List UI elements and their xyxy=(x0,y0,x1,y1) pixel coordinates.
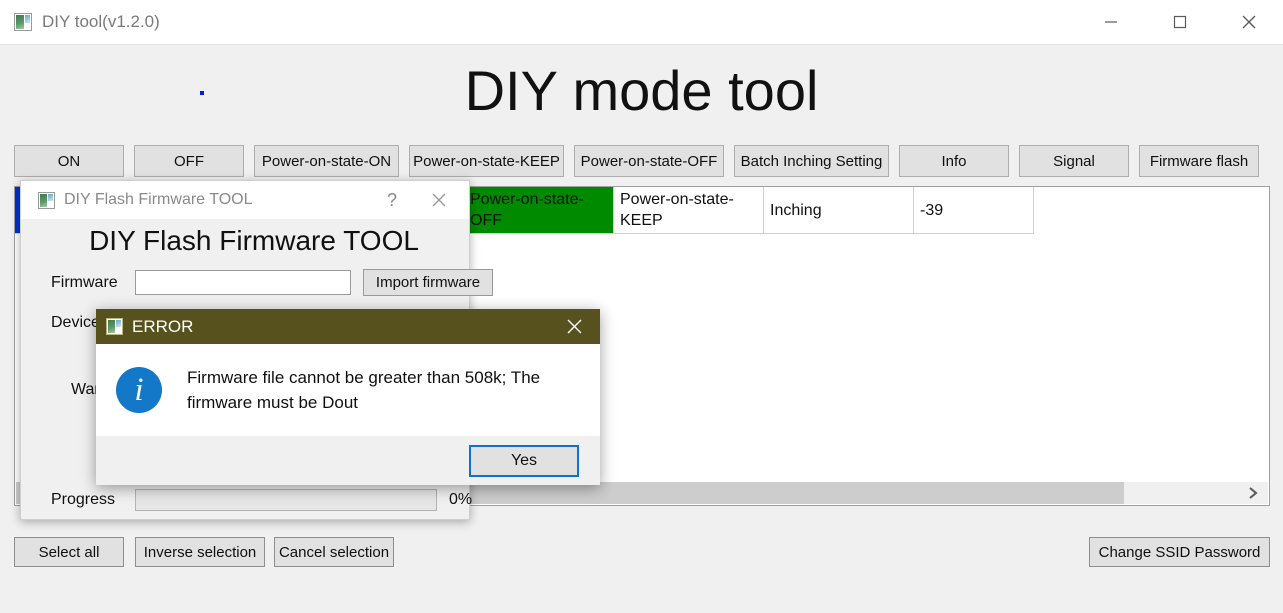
app-icon xyxy=(106,318,123,335)
page-title: DIY mode tool xyxy=(464,59,819,122)
app-icon xyxy=(38,191,55,209)
close-icon[interactable] xyxy=(417,181,461,219)
window-controls xyxy=(1076,0,1283,44)
button-off[interactable]: OFF xyxy=(134,145,244,177)
close-icon[interactable] xyxy=(554,309,594,344)
blue-dot-marker xyxy=(200,91,204,95)
select-all-button[interactable]: Select all xyxy=(14,537,124,567)
button-power-on-state-off[interactable]: Power-on-state-OFF xyxy=(574,145,724,177)
progress-label: Progress xyxy=(51,491,116,508)
button-signal[interactable]: Signal xyxy=(1019,145,1129,177)
error-dialog-footer: Yes xyxy=(96,436,600,485)
button-batch-inching-setting[interactable]: Batch Inching Setting xyxy=(734,145,889,177)
table-cell-power-on-state-keep[interactable]: Power-on-state-KEEP xyxy=(614,187,764,234)
chevron-right-icon[interactable] xyxy=(1242,482,1264,504)
info-icon: i xyxy=(116,367,162,413)
app-root: DIY tool(v1.2.0) DIY mode tool ON OFF Po… xyxy=(0,0,1283,613)
toolbar: ON OFF Power-on-state-ON Power-on-state-… xyxy=(14,145,1270,177)
firmware-input[interactable] xyxy=(135,270,351,295)
maximize-icon[interactable] xyxy=(1145,0,1214,44)
progress-bar xyxy=(135,489,437,511)
button-on[interactable]: ON xyxy=(14,145,124,177)
window-titlebar: DIY tool(v1.2.0) xyxy=(0,0,1283,45)
cancel-selection-button[interactable]: Cancel selection xyxy=(274,537,394,567)
yes-button[interactable]: Yes xyxy=(469,444,579,477)
window-title: DIY tool(v1.2.0) xyxy=(42,12,160,31)
progress-field-row: Progress 0% xyxy=(51,489,472,511)
help-icon[interactable]: ? xyxy=(377,181,407,219)
error-dialog-title: ERROR xyxy=(132,316,194,336)
error-dialog-body: i Firmware file cannot be greater than 5… xyxy=(96,344,600,436)
progress-percent: 0% xyxy=(449,491,473,508)
firmware-field-row: Firmware Import firmware xyxy=(51,269,493,296)
table-cell-inching[interactable]: Inching xyxy=(764,187,914,234)
firmware-dialog-title: DIY Flash Firmware TOOL xyxy=(64,191,253,208)
error-message: Firmware file cannot be greater than 508… xyxy=(187,368,541,412)
error-dialog: ERROR i Firmware file cannot be greater … xyxy=(96,309,600,485)
minimize-icon[interactable] xyxy=(1076,0,1145,44)
firmware-dialog-heading: DIY Flash Firmware TOOL xyxy=(89,225,419,256)
error-dialog-titlebar: ERROR xyxy=(96,309,600,344)
firmware-dialog-titlebar: DIY Flash Firmware TOOL ? xyxy=(21,181,469,219)
button-info[interactable]: Info xyxy=(899,145,1009,177)
table-cell-power-on-state-off[interactable]: Power-on-state-OFF xyxy=(464,187,614,234)
import-firmware-button[interactable]: Import firmware xyxy=(363,269,493,296)
change-ssid-password-button[interactable]: Change SSID Password xyxy=(1089,537,1270,567)
app-icon xyxy=(14,13,32,31)
inverse-selection-button[interactable]: Inverse selection xyxy=(135,537,265,567)
close-icon[interactable] xyxy=(1214,0,1283,44)
firmware-label: Firmware xyxy=(51,273,118,291)
table-cell-rssi[interactable]: -39 xyxy=(914,187,1034,234)
button-firmware-flash[interactable]: Firmware flash xyxy=(1139,145,1259,177)
button-power-on-state-keep[interactable]: Power-on-state-KEEP xyxy=(409,145,564,177)
button-power-on-state-on[interactable]: Power-on-state-ON xyxy=(254,145,399,177)
